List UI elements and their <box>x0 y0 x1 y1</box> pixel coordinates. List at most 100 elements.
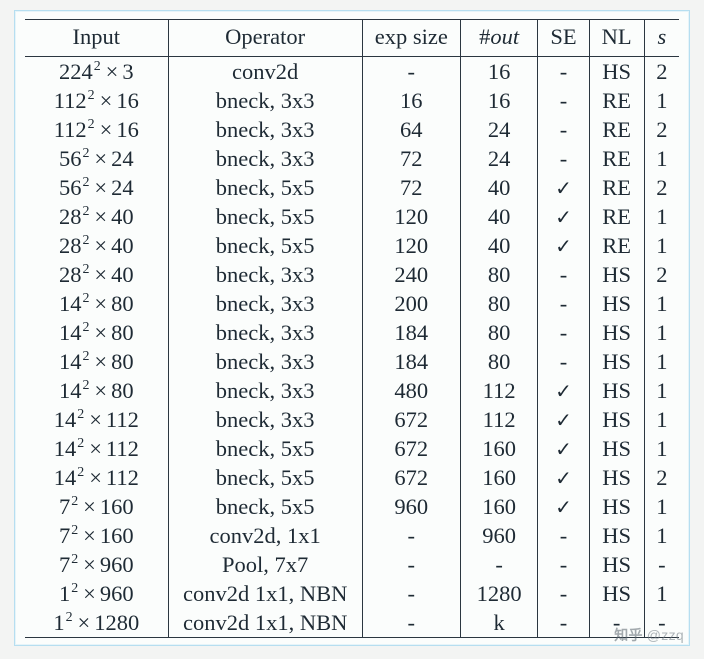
cell-s: 1 <box>644 492 679 521</box>
cell-nl: RE <box>589 202 644 231</box>
cell-nl: HS <box>589 289 644 318</box>
cell-exp: - <box>362 550 460 579</box>
cell-nl: RE <box>589 173 644 202</box>
cell-se: - <box>538 579 589 608</box>
col-nl: NL <box>589 20 644 57</box>
cell-s: 1 <box>644 347 679 376</box>
cell-se: - <box>538 115 589 144</box>
cell-input: 142×80 <box>25 318 168 347</box>
cell-operator: bneck, 3x3 <box>168 318 362 347</box>
cell-exp: 64 <box>362 115 460 144</box>
cell-se: - <box>538 86 589 115</box>
cell-input: 142×80 <box>25 376 168 405</box>
col-expsize: exp size <box>362 20 460 57</box>
cell-se: - <box>538 347 589 376</box>
cell-se: - <box>538 260 589 289</box>
cell-s: 1 <box>644 405 679 434</box>
cell-exp: - <box>362 579 460 608</box>
cell-operator: bneck, 3x3 <box>168 347 362 376</box>
cell-se: - <box>538 144 589 173</box>
table-header-row: Input Operator exp size #out SE NL s <box>25 20 679 57</box>
cell-nl: HS <box>589 405 644 434</box>
cell-input: 142×112 <box>25 463 168 492</box>
cell-out: 1280 <box>460 579 538 608</box>
cell-operator: bneck, 3x3 <box>168 405 362 434</box>
table-row: 142×112bneck, 3x3672112✓HS1 <box>25 405 679 434</box>
cell-operator: conv2d, 1x1 <box>168 521 362 550</box>
cell-exp: 16 <box>362 86 460 115</box>
cell-se: - <box>538 289 589 318</box>
col-operator: Operator <box>168 20 362 57</box>
cell-operator: conv2d 1x1, NBN <box>168 608 362 638</box>
check-icon: ✓ <box>555 437 572 461</box>
cell-nl: HS <box>589 463 644 492</box>
cell-s: 1 <box>644 231 679 260</box>
cell-s: 2 <box>644 173 679 202</box>
cell-input: 562×24 <box>25 144 168 173</box>
table-row: 562×24bneck, 3x37224-RE1 <box>25 144 679 173</box>
cell-exp: 184 <box>362 318 460 347</box>
table-row: 142×80bneck, 3x320080-HS1 <box>25 289 679 318</box>
check-icon: ✓ <box>555 234 572 258</box>
cell-input: 282×40 <box>25 260 168 289</box>
cell-input: 142×80 <box>25 289 168 318</box>
cell-input: 142×112 <box>25 405 168 434</box>
cell-se: ✓ <box>538 376 589 405</box>
col-input: Input <box>25 20 168 57</box>
cell-out: 80 <box>460 260 538 289</box>
cell-operator: bneck, 3x3 <box>168 376 362 405</box>
cell-operator: bneck, 3x3 <box>168 86 362 115</box>
cell-operator: bneck, 3x3 <box>168 260 362 289</box>
cell-se: ✓ <box>538 492 589 521</box>
cell-nl: HS <box>589 550 644 579</box>
cell-nl: HS <box>589 347 644 376</box>
table-row: 1122×16bneck, 3x36424-RE2 <box>25 115 679 144</box>
cell-input: 142×112 <box>25 434 168 463</box>
cell-operator: bneck, 5x5 <box>168 463 362 492</box>
cell-out: 160 <box>460 434 538 463</box>
cell-se: - <box>538 318 589 347</box>
cell-s: - <box>644 608 679 638</box>
cell-se: ✓ <box>538 173 589 202</box>
cell-exp: 672 <box>362 463 460 492</box>
table-row: 2242×3conv2d-16-HS2 <box>25 57 679 87</box>
cell-se: ✓ <box>538 405 589 434</box>
cell-out: 40 <box>460 202 538 231</box>
cell-exp: 200 <box>362 289 460 318</box>
table-body: 2242×3conv2d-16-HS21122×16bneck, 3x31616… <box>25 57 679 638</box>
col-s: s <box>644 20 679 57</box>
cell-se: - <box>538 550 589 579</box>
cell-out: 960 <box>460 521 538 550</box>
cell-nl: HS <box>589 57 644 87</box>
cell-out: 160 <box>460 463 538 492</box>
cell-out: 112 <box>460 405 538 434</box>
table-row: 142×80bneck, 3x318480-HS1 <box>25 318 679 347</box>
cell-s: - <box>644 550 679 579</box>
cell-s: 1 <box>644 434 679 463</box>
cell-operator: bneck, 3x3 <box>168 289 362 318</box>
check-icon: ✓ <box>555 408 572 432</box>
cell-exp: - <box>362 521 460 550</box>
cell-nl: HS <box>589 434 644 463</box>
spec-table: Input Operator exp size #out SE NL s 224… <box>25 19 679 638</box>
cell-operator: conv2d <box>168 57 362 87</box>
cell-s: 2 <box>644 115 679 144</box>
table-sheet: { "domain": "Paper", "chart_data": { "ty… <box>14 10 690 646</box>
cell-input: 282×40 <box>25 202 168 231</box>
cell-se: - <box>538 521 589 550</box>
cell-input: 2242×3 <box>25 57 168 87</box>
cell-se: ✓ <box>538 434 589 463</box>
cell-out: 112 <box>460 376 538 405</box>
cell-nl: RE <box>589 144 644 173</box>
cell-nl: HS <box>589 521 644 550</box>
cell-exp: 72 <box>362 173 460 202</box>
cell-s: 2 <box>644 463 679 492</box>
cell-s: 2 <box>644 57 679 87</box>
check-icon: ✓ <box>555 205 572 229</box>
cell-nl: HS <box>589 492 644 521</box>
cell-exp: - <box>362 57 460 87</box>
cell-s: 1 <box>644 521 679 550</box>
cell-input: 562×24 <box>25 173 168 202</box>
cell-operator: bneck, 5x5 <box>168 173 362 202</box>
cell-exp: 120 <box>362 231 460 260</box>
